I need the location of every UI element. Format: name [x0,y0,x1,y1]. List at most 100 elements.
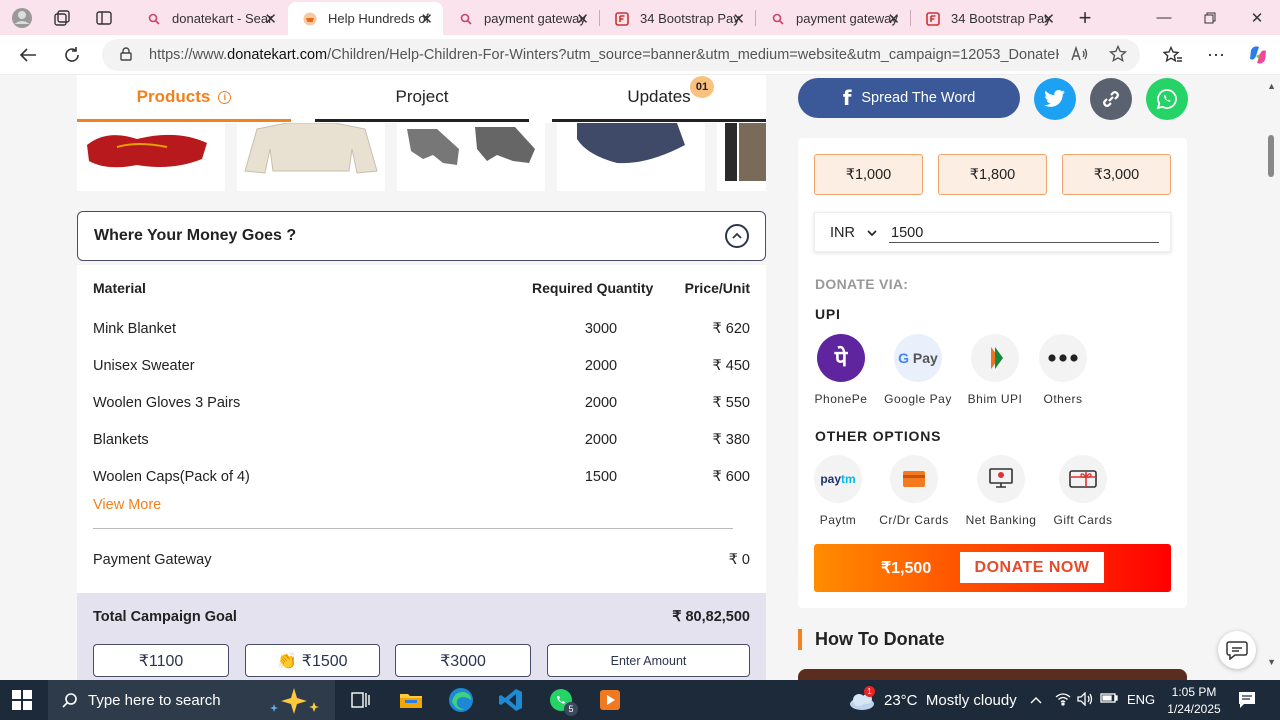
taskbar-search[interactable]: Type here to search [48,680,335,720]
browser-tab-3[interactable]: payment gateway ✕ [444,2,599,35]
table-row: Woolen Caps(Pack of 4) 1500 ₹ 600 [93,469,750,489]
donate-amount: ₹1,500 [881,560,932,577]
vscode-icon[interactable] [496,686,526,714]
task-view-icon[interactable] [345,686,375,714]
scroll-thumb[interactable] [1268,135,1274,177]
notification-center-icon[interactable] [1238,691,1256,714]
link-icon [1103,91,1119,107]
amount-1500-button[interactable]: 👏 ₹1500 [245,644,380,677]
spread-the-word-button[interactable]: f Spread The Word [798,78,1020,118]
tab-project[interactable]: Project [315,75,529,122]
minimize-icon[interactable]: — [1141,0,1187,35]
whatsapp-share-button[interactable] [1146,78,1188,120]
workspaces-icon[interactable] [48,5,76,31]
material-cell: Woolen Caps(Pack of 4) [93,469,250,485]
file-explorer-icon[interactable] [396,686,426,714]
close-tab-icon[interactable]: ✕ [420,10,433,28]
currency-value: INR [830,225,855,241]
amount-3000-button[interactable]: ₹3000 [395,644,531,677]
back-icon[interactable] [13,41,43,69]
weather-widget[interactable]: 1 23°C Mostly cloudy [848,686,1017,711]
browser-tab-6[interactable]: 34 Bootstrap Pay ✕ [911,2,1065,35]
donate-now-button[interactable]: DONATE NOW [960,552,1104,583]
gift-card-icon [1059,455,1107,503]
quantity-cell: 2000 [584,432,618,448]
copy-link-button[interactable] [1090,78,1132,120]
whatsapp-app-icon[interactable]: 5 [546,686,578,716]
quantity-cell: 1500 [584,469,618,485]
close-tab-icon[interactable]: ✕ [1042,10,1055,28]
close-tab-icon[interactable]: ✕ [732,10,745,28]
credit-card-icon [890,455,938,503]
language-indicator[interactable]: ENG [1127,692,1155,707]
money-goes-accordion[interactable]: Where Your Money Goes ? [77,211,766,261]
scroll-down-icon[interactable]: ▼ [1267,657,1276,667]
preset-3000-button[interactable]: ₹3,000 [1062,154,1171,195]
twitter-share-button[interactable] [1034,78,1076,120]
edge-browser-icon[interactable] [446,686,476,714]
preset-1000-button[interactable]: ₹1,000 [814,154,923,195]
site-info-icon[interactable] [118,46,134,67]
quantity-cell: 3000 [584,321,618,337]
price-cell: ₹ 380 [712,432,750,448]
browser-tab-4[interactable]: 34 Bootstrap Pay ✕ [600,2,755,35]
close-tab-icon[interactable]: ✕ [264,10,277,28]
windows-start-icon[interactable] [12,690,32,715]
chevron-up-icon[interactable] [725,224,749,248]
browser-tab-2[interactable]: Help Hundreds of ✕ [288,2,443,35]
amount-1100-button[interactable]: ₹1100 [93,644,229,677]
read-aloud-icon[interactable] [1070,45,1088,68]
scroll-up-icon[interactable]: ▲ [1267,81,1276,91]
facebook-icon: f [842,86,852,110]
preset-1800-button[interactable]: ₹1,800 [938,154,1047,195]
phonepe-option[interactable]: पे PhonePe [801,334,881,406]
bhim-upi-icon [971,334,1019,382]
url-path: /Children/Help-Children-For-Winters?utm_… [327,47,1059,63]
browser-tab-1[interactable]: donatekart - Sear ✕ [132,2,287,35]
currency-select[interactable]: INR [830,225,877,241]
giftcards-option[interactable]: Gift Cards [1043,455,1123,527]
media-player-icon[interactable] [595,686,625,714]
view-more-link[interactable]: View More [93,497,161,513]
copilot-icon[interactable] [1243,41,1273,69]
chat-support-button[interactable] [1218,631,1256,669]
donate-now-bar[interactable]: ₹1,500 DONATE NOW [814,544,1171,592]
material-table: Material Required Quantity Price/Unit Mi… [77,265,766,593]
profile-icon[interactable] [8,5,36,31]
settings-more-icon[interactable]: ⋯ [1201,41,1231,69]
googlepay-option[interactable]: G Pay Google Pay [878,334,958,406]
tab-products[interactable]: Products i [77,75,291,122]
url-prefix: https://www. [149,47,228,63]
close-window-icon[interactable]: ✕ [1234,0,1280,35]
input-underline [889,242,1159,243]
url-bar[interactable]: https://www.donatekart.com/Children/Help… [102,39,1140,71]
netbanking-option[interactable]: Net Banking [961,455,1041,527]
favorite-star-icon[interactable] [1108,44,1128,68]
page-scrollbar[interactable]: ▲ ▼ [1263,75,1280,680]
refresh-icon[interactable] [57,41,87,69]
whatsapp-icon [1156,89,1177,110]
enter-amount-button[interactable]: Enter Amount [547,644,750,677]
others-option[interactable]: Others [1023,334,1103,406]
browser-tab-5[interactable]: payment gateway ✕ [756,2,910,35]
tab-label: Products [136,87,211,106]
network-icon[interactable] [1055,692,1071,709]
close-tab-icon[interactable]: ✕ [887,10,900,28]
tab-updates[interactable]: Updates 01 [552,75,766,122]
close-tab-icon[interactable]: ✕ [576,10,589,28]
system-clock[interactable]: 1:05 PM 1/24/2025 [1162,684,1226,718]
amount-input[interactable]: 1500 [891,225,923,241]
restore-icon[interactable] [1187,0,1233,35]
volume-icon[interactable] [1077,691,1093,709]
tab-actions-icon[interactable] [90,5,118,31]
paytm-option[interactable]: paytm Paytm [798,455,878,527]
search-icon [62,693,77,708]
new-tab-icon[interactable]: + [1071,5,1099,31]
updates-count-badge: 01 [690,76,714,98]
info-icon[interactable]: i [218,90,232,104]
url-text[interactable]: https://www.donatekart.com/Children/Help… [149,47,1059,63]
favorites-icon[interactable] [1158,41,1188,69]
chevron-up-tray-icon[interactable] [1030,692,1042,707]
cards-option[interactable]: Cr/Dr Cards [874,455,954,527]
battery-icon[interactable] [1100,692,1118,707]
